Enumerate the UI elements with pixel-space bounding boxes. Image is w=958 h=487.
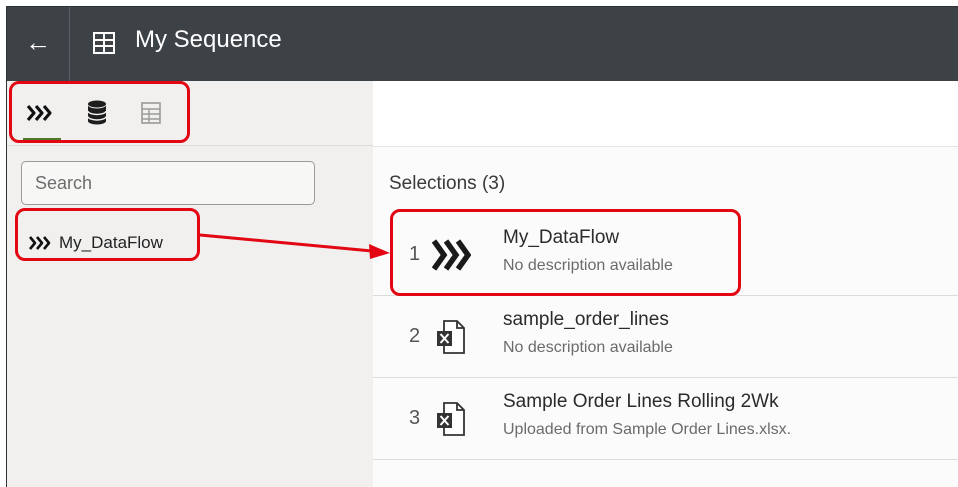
main-panel: Selections (3) 1 My_DataFlow No descript… — [373, 81, 958, 487]
main-toolbar-area — [373, 81, 958, 147]
back-arrow-icon[interactable]: ← — [25, 29, 51, 55]
title-bar: ← My Sequence — [7, 7, 958, 81]
dataset-icon — [141, 102, 161, 124]
item-description: Uploaded from Sample Order Lines.xlsx. — [503, 421, 792, 438]
item-index: 3 — [409, 407, 421, 429]
app-window: ← My Sequence Search My_DataFlow Selecti… — [6, 6, 958, 487]
sidebar-tabs — [7, 81, 373, 146]
excel-file-icon — [431, 315, 471, 359]
active-tab-indicator — [23, 138, 61, 141]
item-name: Sample Order Lines Rolling 2Wk — [503, 391, 779, 412]
tab-datasets[interactable] — [131, 95, 171, 131]
tab-data-flows[interactable] — [21, 95, 61, 131]
data-flow-icon — [431, 233, 471, 277]
sequence-icon — [93, 32, 115, 59]
page-title: My Sequence — [135, 26, 282, 53]
tab-databases[interactable] — [77, 95, 117, 131]
item-description: No description available — [503, 339, 673, 356]
sidebar-item-my-dataflow[interactable]: My_DataFlow — [29, 229, 163, 257]
list-item[interactable]: 3 Sample Order Lines Rolling 2Wk Uploade… — [373, 377, 958, 460]
item-index: 1 — [409, 243, 421, 265]
item-name: sample_order_lines — [503, 309, 669, 330]
sidebar: My_DataFlow — [7, 81, 373, 487]
search-input[interactable] — [21, 161, 315, 205]
sidebar-item-label: My_DataFlow — [59, 233, 163, 252]
item-index: 2 — [409, 325, 421, 347]
database-icon — [87, 100, 107, 125]
list-item[interactable]: 1 My_DataFlow No description available — [373, 213, 958, 296]
data-flow-icon — [26, 104, 52, 122]
item-name: My_DataFlow — [503, 227, 620, 248]
item-description: No description available — [503, 257, 673, 274]
excel-file-icon — [431, 397, 471, 441]
data-flow-icon — [29, 236, 51, 250]
selections-header: Selections (3) — [389, 173, 506, 194]
divider — [69, 7, 70, 81]
list-item[interactable]: 2 sample_order_lines No description avai… — [373, 295, 958, 378]
